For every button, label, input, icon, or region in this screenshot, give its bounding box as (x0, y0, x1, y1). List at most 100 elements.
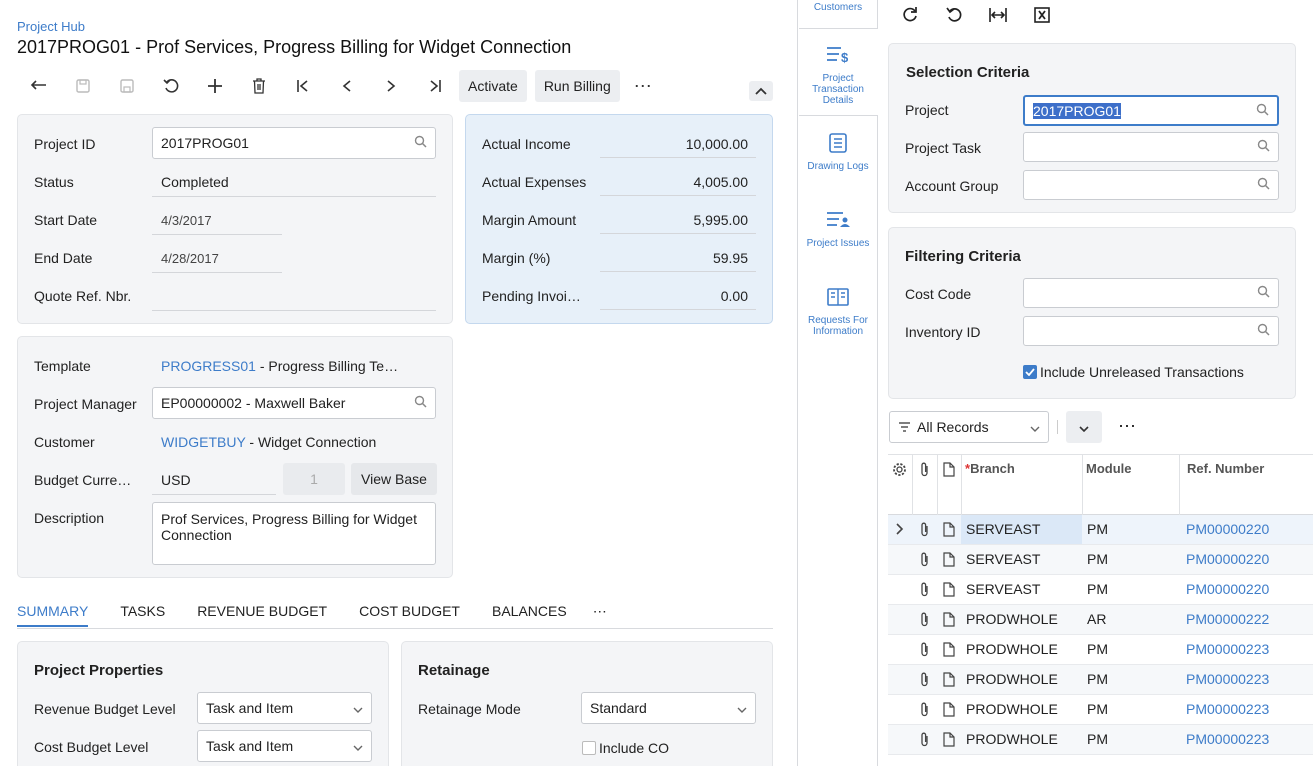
attachment-icon[interactable] (920, 672, 930, 690)
note-icon[interactable] (943, 672, 955, 690)
attachment-icon[interactable] (920, 552, 930, 570)
note-icon[interactable] (943, 552, 955, 570)
tab-tasks[interactable]: TASKS (120, 603, 165, 627)
table-row[interactable]: SERVEAST PM PM00000220 (888, 515, 1313, 545)
note-icon[interactable] (943, 582, 955, 600)
table-row[interactable]: SERVEAST PM PM00000220 (888, 575, 1313, 605)
cell-branch[interactable]: PRODWHOLE (966, 641, 1058, 657)
collapse-header-button[interactable] (749, 81, 773, 101)
cell-module[interactable]: PM (1087, 581, 1108, 597)
end-date-value[interactable]: 4/28/2017 (152, 251, 282, 273)
tab-cost-budget[interactable]: COST BUDGET (359, 603, 460, 627)
column-settings-icon[interactable] (892, 462, 907, 480)
cell-module[interactable]: PM (1087, 701, 1108, 717)
search-icon[interactable] (1257, 177, 1270, 193)
project-id-input[interactable]: 2017PROG01 (152, 127, 436, 159)
description-textarea[interactable]: Prof Services, Progress Billing for Widg… (152, 502, 436, 565)
cell-ref-number-link[interactable]: PM00000220 (1186, 581, 1269, 597)
cost-budget-level-select[interactable]: Task and Item (197, 730, 372, 762)
last-record-icon[interactable] (413, 72, 457, 100)
retainage-mode-select[interactable]: Standard (581, 692, 756, 724)
cell-ref-number-link[interactable]: PM00000223 (1186, 671, 1269, 687)
records-filter-select[interactable]: All Records (889, 411, 1049, 443)
customer-link[interactable]: WIDGETBUY (161, 434, 246, 450)
cell-module[interactable]: PM (1087, 551, 1108, 567)
search-icon[interactable] (1257, 285, 1270, 301)
attachment-icon[interactable] (920, 732, 930, 750)
note-icon[interactable] (943, 732, 955, 750)
table-row[interactable]: PRODWHOLE PM PM00000223 (888, 725, 1313, 755)
view-base-button[interactable]: View Base (351, 463, 437, 495)
cell-module[interactable]: PM (1087, 671, 1108, 687)
tabs-more-icon[interactable]: ⋯ (593, 603, 607, 627)
include-unreleased-checkbox[interactable] (1023, 365, 1037, 379)
more-actions-icon[interactable]: ⋯ (628, 72, 658, 100)
cell-branch[interactable]: PRODWHOLE (966, 731, 1058, 747)
grid-more-icon[interactable]: ⋯ (1118, 416, 1136, 437)
budget-currency-value[interactable]: USD (152, 472, 276, 495)
note-icon[interactable] (943, 642, 955, 660)
cell-ref-number-link[interactable]: PM00000223 (1186, 731, 1269, 747)
table-row[interactable]: PRODWHOLE PM PM00000223 (888, 695, 1313, 725)
column-header-branch[interactable]: *Branch (965, 461, 1015, 476)
tab-balances[interactable]: BALANCES (492, 603, 567, 627)
cell-ref-number-link[interactable]: PM00000223 (1186, 641, 1269, 657)
sidebar-item-project-issues[interactable]: Project Issues (799, 210, 877, 249)
include-co-checkbox[interactable] (582, 741, 596, 755)
account-group-input[interactable] (1023, 170, 1279, 200)
cell-branch[interactable]: PRODWHOLE (966, 701, 1058, 717)
cell-module[interactable]: AR (1087, 611, 1106, 627)
refresh-icon[interactable] (901, 6, 919, 24)
template-link[interactable]: PROGRESS01 (161, 358, 256, 374)
quote-ref-value[interactable] (152, 288, 436, 311)
start-date-value[interactable]: 4/3/2017 (152, 213, 282, 235)
cell-branch[interactable]: SERVEAST (966, 521, 1040, 537)
note-icon[interactable] (943, 702, 955, 720)
save-close-icon[interactable] (61, 72, 105, 100)
cell-module[interactable]: PM (1087, 641, 1108, 657)
search-icon[interactable] (414, 395, 427, 411)
column-header-module[interactable]: Module (1086, 461, 1132, 476)
add-icon[interactable] (193, 72, 237, 100)
activate-button[interactable]: Activate (459, 70, 527, 102)
table-row[interactable]: PRODWHOLE AR PM00000222 (888, 605, 1313, 635)
sidebar-item-requests-for-information[interactable]: Requests For Information (799, 287, 877, 337)
attachment-icon[interactable] (920, 522, 930, 540)
search-icon[interactable] (1257, 323, 1270, 339)
undo-icon[interactable] (945, 6, 963, 24)
back-icon[interactable] (17, 72, 61, 100)
table-row[interactable]: PRODWHOLE PM PM00000223 (888, 665, 1313, 695)
previous-record-icon[interactable] (325, 72, 369, 100)
cost-code-input[interactable] (1023, 278, 1279, 308)
cell-ref-number-link[interactable]: PM00000223 (1186, 701, 1269, 717)
cell-ref-number-link[interactable]: PM00000222 (1186, 611, 1269, 627)
attachment-icon[interactable] (920, 702, 930, 720)
table-row[interactable]: PRODWHOLE PM PM00000223 (888, 635, 1313, 665)
row-expand-icon[interactable] (895, 522, 904, 539)
undo-icon[interactable] (149, 72, 193, 100)
note-icon[interactable] (943, 522, 955, 540)
search-icon[interactable] (414, 135, 427, 151)
sidebar-item-project-transaction-details[interactable]: $ Project Transaction Details (799, 45, 877, 106)
cell-module[interactable]: PM (1087, 731, 1108, 747)
cell-ref-number-link[interactable]: PM00000220 (1186, 551, 1269, 567)
cell-branch[interactable]: SERVEAST (966, 581, 1040, 597)
search-icon[interactable] (1257, 139, 1270, 155)
column-header-ref-number[interactable]: Ref. Number (1187, 461, 1264, 476)
cell-branch[interactable]: SERVEAST (966, 551, 1040, 567)
cell-branch[interactable]: PRODWHOLE (966, 611, 1058, 627)
note-icon[interactable] (943, 612, 955, 630)
delete-icon[interactable] (237, 72, 281, 100)
export-excel-icon[interactable] (1033, 6, 1051, 24)
save-icon[interactable] (105, 72, 149, 100)
inventory-id-input[interactable] (1023, 316, 1279, 346)
next-record-icon[interactable] (369, 72, 413, 100)
attachment-icon[interactable] (920, 612, 930, 630)
sidebar-item-customers[interactable]: Customers (799, 2, 877, 13)
table-row[interactable]: SERVEAST PM PM00000220 (888, 545, 1313, 575)
fit-to-screen-icon[interactable] (988, 6, 1008, 24)
attachment-icon[interactable] (920, 642, 930, 660)
project-manager-input[interactable]: EP00000002 - Maxwell Baker (152, 387, 436, 419)
tab-summary[interactable]: SUMMARY (17, 603, 89, 627)
grid-actions-dropdown[interactable] (1066, 411, 1102, 443)
